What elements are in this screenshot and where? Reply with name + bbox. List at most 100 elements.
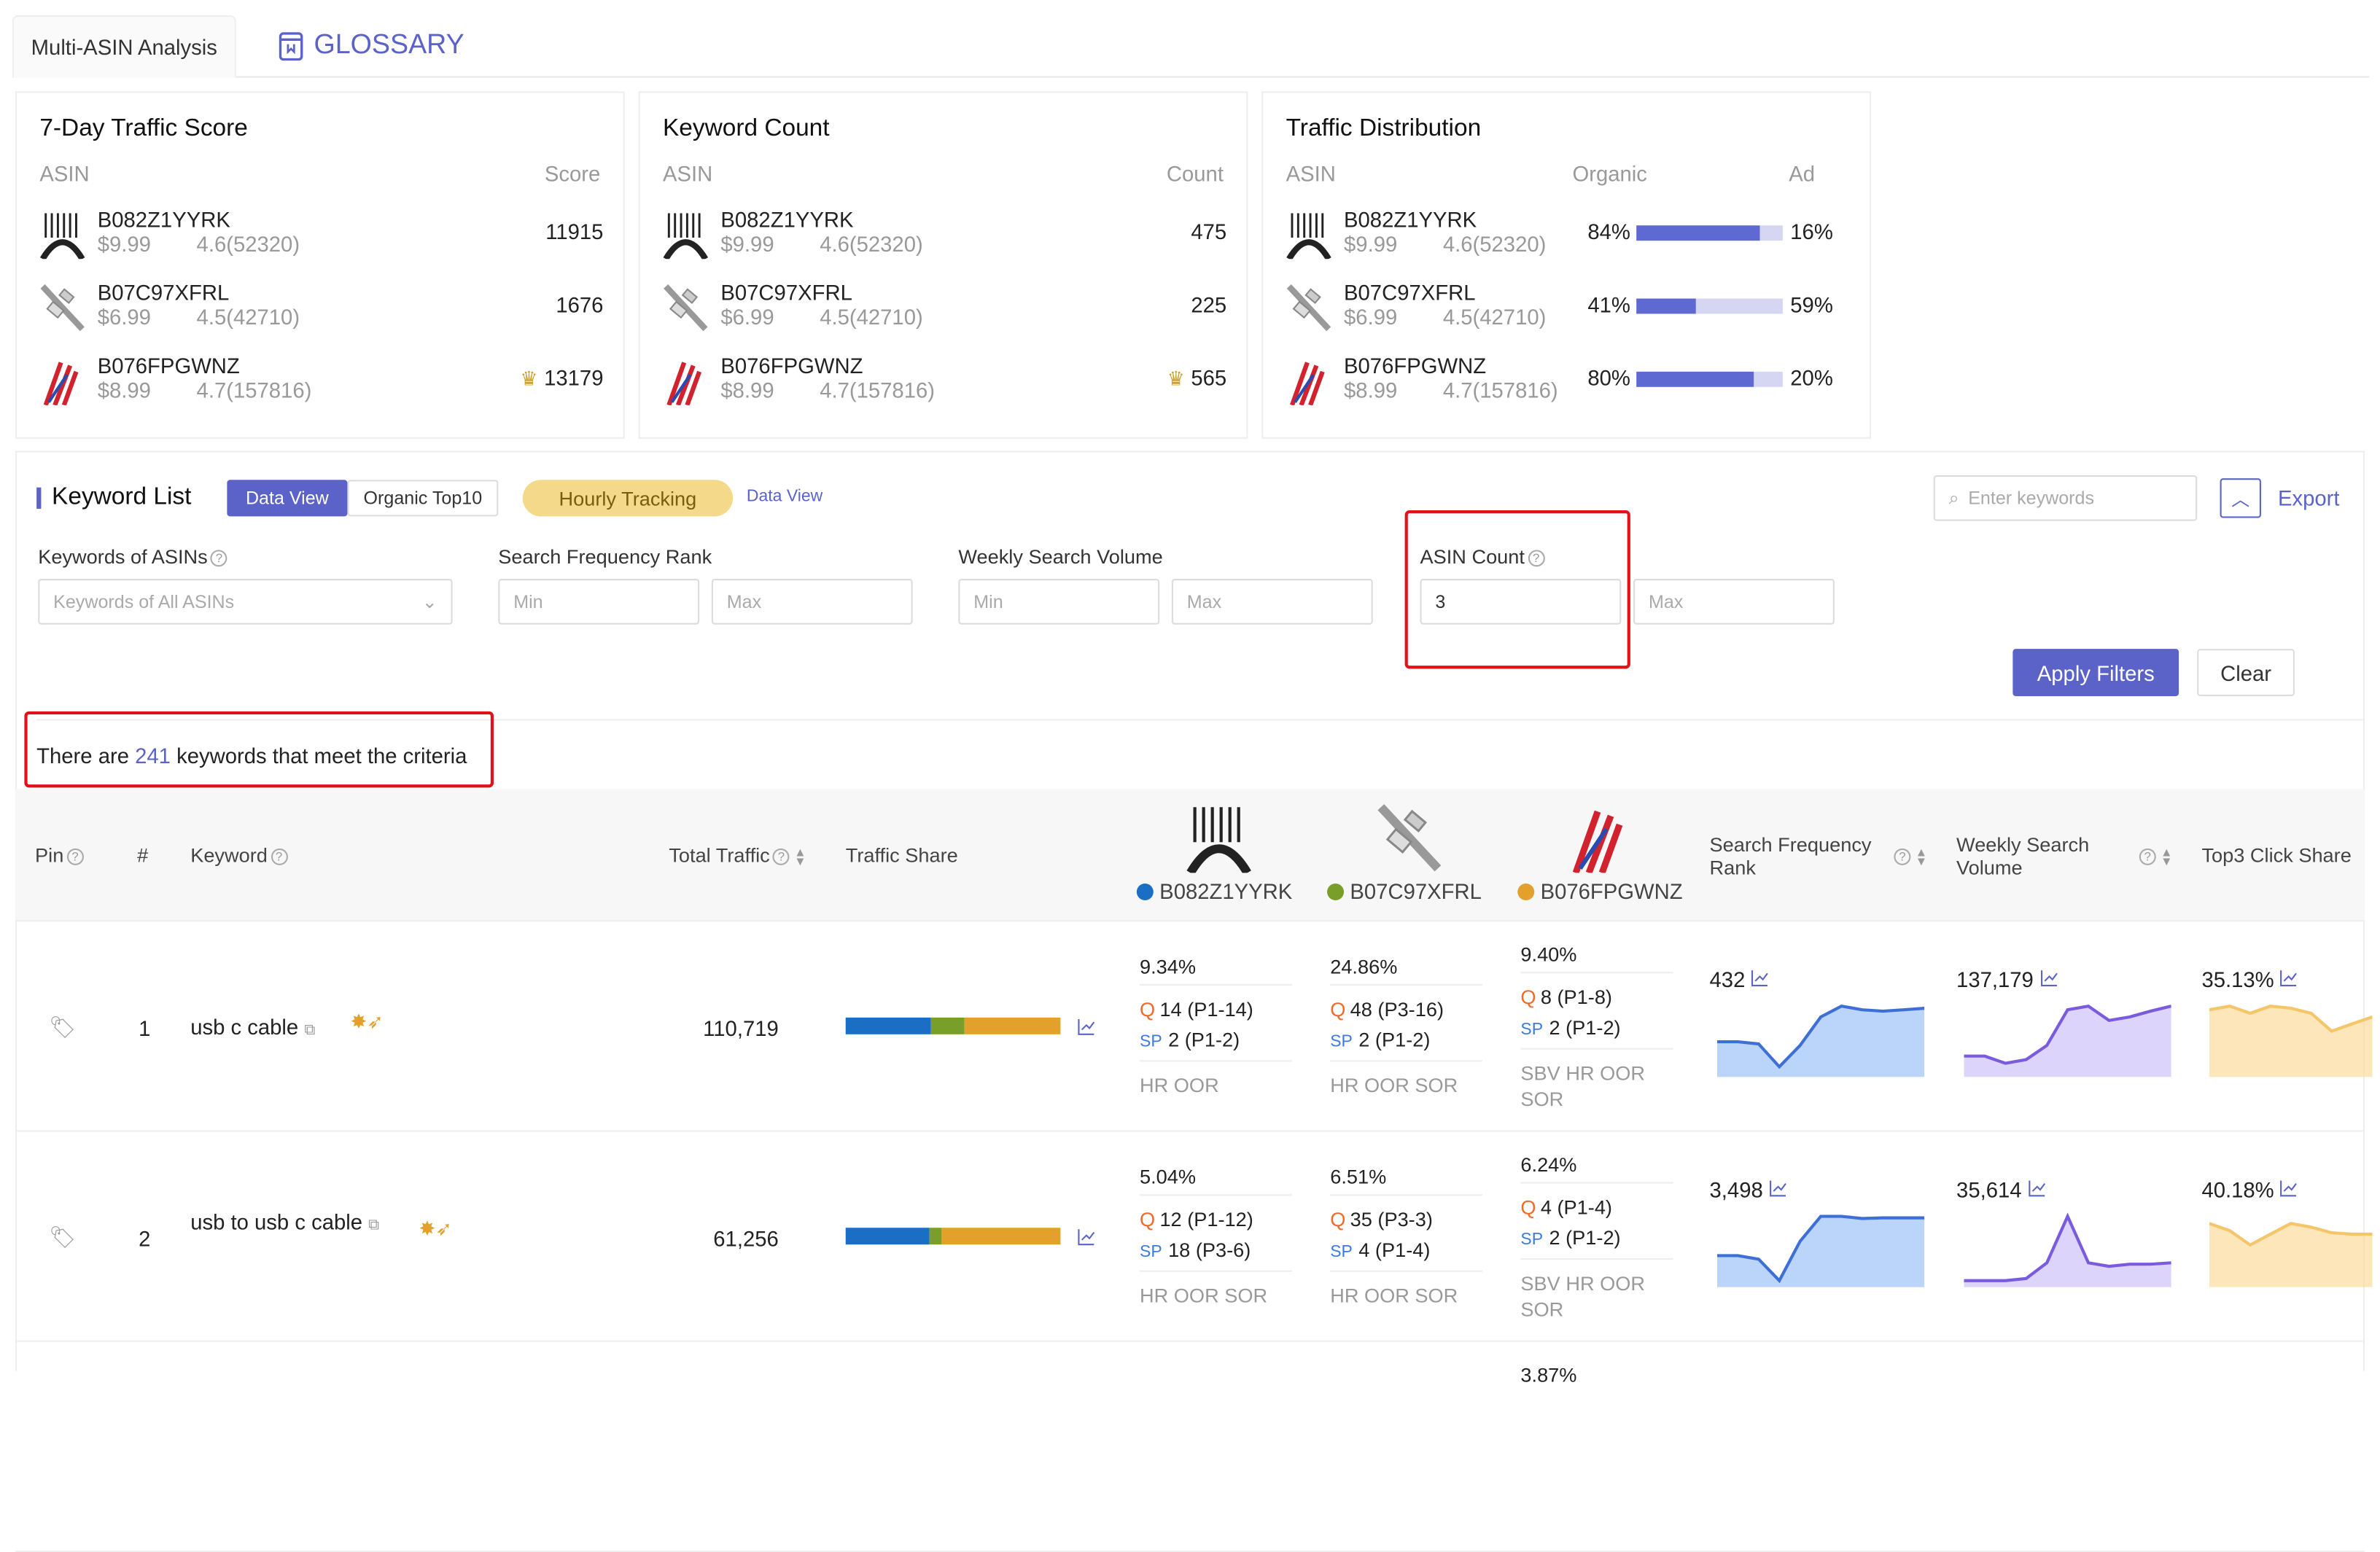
pin-tag-icon[interactable]: 🏷︎	[49, 1015, 76, 1041]
trend-button[interactable]	[2280, 1177, 2298, 1201]
col-sfr-sort[interactable]: ? ▲ ▼	[1891, 844, 1927, 867]
col-wsv-sort[interactable]: ? ▲ ▼	[2136, 844, 2173, 867]
sparkline-area	[1716, 1216, 1925, 1287]
traffic-share-segment	[845, 1017, 932, 1034]
sp-label: SP	[1330, 1243, 1353, 1262]
sparkline	[2209, 1222, 2373, 1287]
asin-traffic-pct: 5.04%	[1140, 1165, 1197, 1188]
divider	[1330, 1194, 1483, 1196]
asin-row[interactable]: B07C97XFRL $6.99 4.5(42710) 225	[663, 277, 1226, 338]
trend-button[interactable]	[2039, 967, 2058, 991]
divider	[1140, 1270, 1292, 1272]
organic-ad-bar	[1636, 371, 1783, 387]
sfr-min-input[interactable]: Min	[498, 579, 700, 625]
card-title: 7-Day Traffic Score	[39, 115, 248, 142]
asin-row[interactable]: B076FPGWNZ $8.99 4.7(157816) ♛ 13179	[39, 351, 603, 412]
asin-row[interactable]: B082Z1YYRK $9.99 4.6(52320) 84% 16%	[1286, 204, 1850, 265]
card-title: Keyword Count	[662, 115, 830, 142]
asin-traffic-pct: 6.24%	[1520, 1153, 1577, 1177]
trend-chart-icon	[2280, 970, 2298, 987]
copy-icon: ⧉	[304, 1022, 316, 1040]
trend-button[interactable]	[1769, 1177, 1787, 1201]
search-icon: ⌕	[1948, 486, 1959, 508]
col-asin3: B076FPGWNZ	[1517, 879, 1683, 903]
trend-chart-icon	[1078, 1018, 1095, 1035]
price: $6.99	[720, 304, 774, 329]
ad-type-tags: HR OOR SOR	[1330, 1284, 1458, 1307]
chevron-down-icon: ⌄	[421, 590, 438, 613]
asin-row[interactable]: B07C97XFRL $6.99 4.5(42710) 41% 59%	[1286, 277, 1850, 338]
wsv-max-input[interactable]: Max	[1171, 579, 1373, 625]
traffic-share-trend-button[interactable]	[1077, 1016, 1095, 1044]
keyword-text[interactable]: usb to usb c cable ⧉	[190, 1209, 389, 1233]
product-thumbnail	[663, 356, 709, 406]
keyword-search-input[interactable]: ⌕ Enter keywords	[1933, 475, 2198, 521]
divider	[1520, 1048, 1673, 1050]
sparkline-top3	[2209, 1208, 2373, 1295]
organic-rank: Q 35 (P3-3)	[1330, 1208, 1433, 1231]
tab-organic-top10[interactable]: Organic Top10	[347, 480, 499, 517]
product-thumbnail	[1286, 210, 1332, 261]
organic-rank: Q 14 (P1-14)	[1140, 997, 1253, 1021]
metric-sfr: 3,498	[1710, 1177, 1787, 1202]
asin-traffic-pct: 6.51%	[1330, 1165, 1387, 1188]
hourly-tracking-button[interactable]: Hourly Tracking	[522, 480, 734, 517]
export-button[interactable]: Export	[2278, 486, 2340, 510]
ad-type-tags: HR OOR	[1140, 1074, 1219, 1097]
traffic-share-segment	[942, 1228, 1061, 1245]
organic-rank: Q 12 (P1-12)	[1140, 1208, 1253, 1231]
asin-row[interactable]: B082Z1YYRK $9.99 4.6(52320) 475	[663, 204, 1226, 265]
asin: B07C97XFRL	[97, 280, 230, 305]
trend-button[interactable]	[2280, 967, 2298, 991]
asin-traffic-pct: 3.87%	[1520, 1363, 1577, 1387]
traffic-share-trend-button[interactable]	[1077, 1226, 1095, 1254]
price: $9.99	[1344, 231, 1398, 257]
apply-filters-button[interactable]: Apply Filters	[2012, 649, 2179, 696]
sparkline-area	[1964, 1006, 2171, 1077]
badge-icons: ✸➶	[419, 1217, 453, 1240]
highlight-asin-count	[1404, 510, 1630, 669]
price: $9.99	[97, 231, 151, 257]
asin-thumbnail	[1376, 803, 1443, 873]
clear-button[interactable]: Clear	[2197, 649, 2295, 696]
ad-type-tags: HR OOR SOR	[1330, 1074, 1458, 1097]
asin-row[interactable]: B076FPGWNZ $8.99 4.7(157816) 80% 20%	[1286, 351, 1850, 412]
tab-divider	[236, 76, 2370, 78]
value: 1676	[556, 292, 604, 317]
divider	[1140, 983, 1292, 986]
asin-count-max-input[interactable]: Max	[1633, 579, 1835, 625]
asin-row[interactable]: B076FPGWNZ $8.99 4.7(157816) ♛ 565	[663, 351, 1226, 412]
asin: B082Z1YYRK	[1344, 207, 1477, 232]
trend-button[interactable]	[1751, 967, 1769, 991]
wsv-min-input[interactable]: Min	[958, 579, 1160, 625]
total-traffic: 61,256	[713, 1226, 779, 1251]
traffic-share-segment	[963, 1017, 1061, 1034]
sort-icon: ▲ ▼	[2161, 844, 2173, 868]
trend-button[interactable]	[2028, 1177, 2046, 1201]
glossary-label: GLOSSARY	[314, 28, 464, 60]
asin-row[interactable]: B082Z1YYRK $9.99 4.6(52320) 11915	[39, 204, 603, 265]
col-total-traffic[interactable]: Total Traffic? ▲ ▼	[669, 844, 806, 867]
collapse-button[interactable]: ︿	[2220, 478, 2261, 518]
organic-fill	[1636, 298, 1697, 314]
glossary-link[interactable]: GLOSSARY	[277, 29, 464, 61]
pin-tag-icon[interactable]: 🏷︎	[49, 1225, 76, 1251]
tab-multi-asin-analysis[interactable]: Multi-ASIN Analysis	[12, 15, 236, 78]
col-sfr: Search Frequency Rank	[1709, 833, 1872, 879]
organic-fill	[1636, 225, 1759, 241]
product-thumbnail	[1286, 284, 1332, 332]
asin-row[interactable]: B07C97XFRL $6.99 4.5(42710) 1676	[39, 277, 603, 338]
search-icon: Q	[1140, 997, 1156, 1021]
tab-data-view[interactable]: Data View	[227, 480, 348, 517]
table-row[interactable]	[15, 1342, 2365, 1552]
sp-rank: SP 2 (P1-2)	[1520, 1015, 1621, 1040]
sparkline	[1964, 1004, 2172, 1077]
divider	[1520, 1182, 1673, 1184]
sfr-max-input[interactable]: Max	[711, 579, 913, 625]
traffic-share-segment	[931, 1017, 964, 1034]
rating: 4.7(157816)	[1442, 378, 1558, 402]
asin-traffic-pct: 9.34%	[1140, 955, 1197, 978]
keywords-of-asins-select[interactable]: Keywords of All ASINs ⌄	[38, 579, 453, 625]
crown-icon: ♛	[520, 367, 538, 390]
sparkline	[1716, 1214, 1925, 1287]
